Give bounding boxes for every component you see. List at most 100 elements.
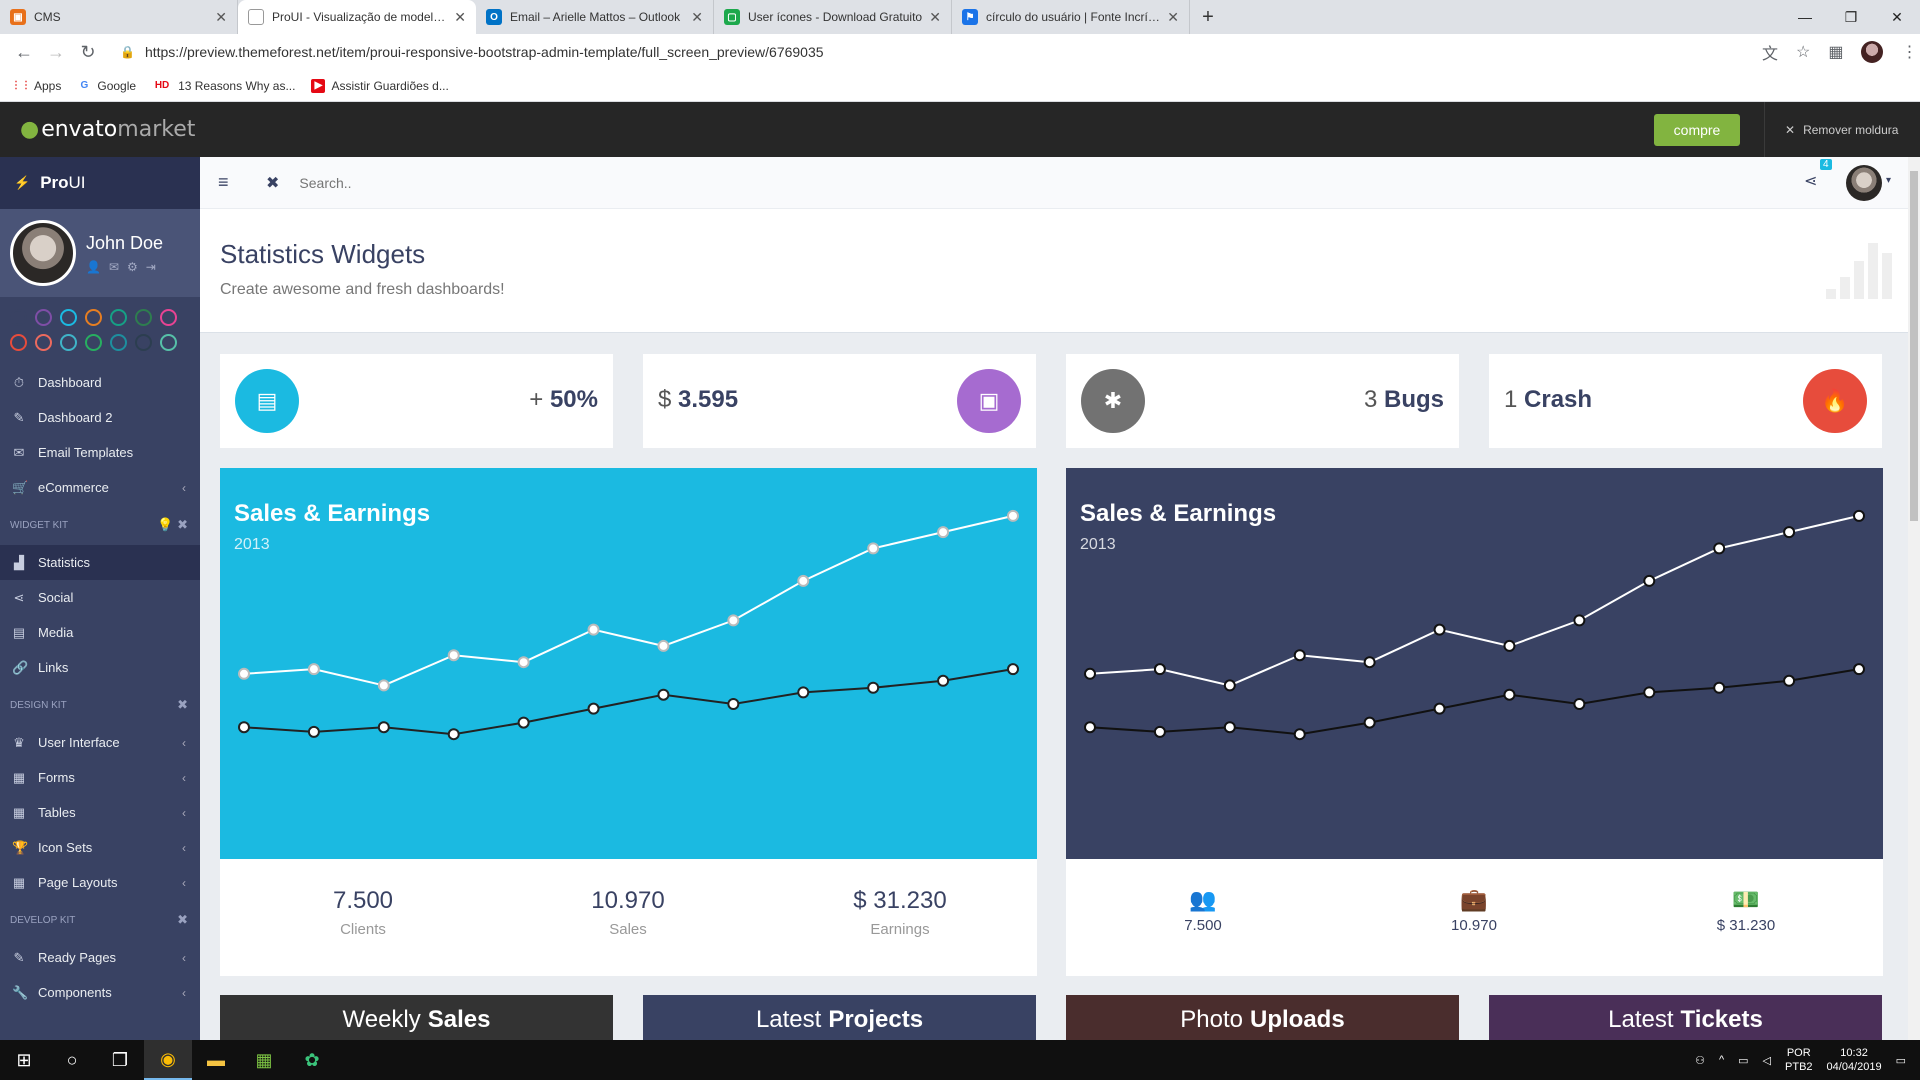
- data-point[interactable]: [1293, 728, 1306, 741]
- data-point[interactable]: [1433, 623, 1446, 636]
- widget-photo-uploads[interactable]: Photo Uploads: [1066, 995, 1459, 1040]
- brand[interactable]: ⚡ ProUI: [0, 157, 200, 209]
- data-point[interactable]: [587, 623, 600, 636]
- data-point[interactable]: [727, 614, 740, 627]
- data-point[interactable]: [1783, 674, 1796, 687]
- data-point[interactable]: [1713, 681, 1726, 694]
- data-point[interactable]: [238, 721, 250, 734]
- search-icon[interactable]: ○: [48, 1040, 96, 1080]
- theme-swatch[interactable]: [35, 309, 52, 326]
- widget-latest-projects[interactable]: Latest Projects: [643, 995, 1036, 1040]
- sidebar-item-forms[interactable]: ▦ Forms ‹: [0, 760, 200, 795]
- data-point[interactable]: [657, 639, 670, 652]
- data-point[interactable]: [937, 674, 950, 687]
- sidebar-item-statistics[interactable]: ▟ Statistics: [0, 545, 200, 580]
- sidebar-item-media[interactable]: ▤ Media: [0, 615, 200, 650]
- sidebar-item-icon-sets[interactable]: 🏆 Icon Sets ‹: [0, 830, 200, 865]
- bookmark-13-reasons[interactable]: HD 13 Reasons Why as...: [152, 79, 296, 93]
- translate-icon[interactable]: 文: [1762, 40, 1778, 64]
- wrench-icon[interactable]: ✖: [177, 912, 188, 928]
- buy-button[interactable]: compre: [1654, 114, 1740, 146]
- data-point[interactable]: [1153, 725, 1166, 738]
- data-point[interactable]: [1153, 663, 1166, 676]
- data-point[interactable]: [1853, 663, 1865, 676]
- data-point[interactable]: [238, 667, 250, 680]
- theme-swatch[interactable]: [85, 334, 102, 351]
- wrench-icon[interactable]: ✖: [177, 517, 188, 532]
- data-point[interactable]: [517, 656, 530, 669]
- data-point[interactable]: [1433, 702, 1446, 715]
- app-icon[interactable]: ✿: [288, 1040, 336, 1080]
- data-point[interactable]: [1084, 721, 1096, 734]
- close-tab-icon[interactable]: ✕: [215, 9, 227, 26]
- task-view-icon[interactable]: ❐: [96, 1040, 144, 1080]
- data-point[interactable]: [1643, 686, 1656, 699]
- data-point[interactable]: [797, 574, 810, 587]
- theme-swatch[interactable]: [35, 334, 52, 351]
- data-point[interactable]: [867, 542, 880, 555]
- spreadsheet-icon[interactable]: ▦: [240, 1040, 288, 1080]
- browser-tab-proui[interactable]: ProUI - Visualização de modelo d ✕: [238, 0, 476, 34]
- data-point[interactable]: [1713, 542, 1726, 555]
- wrench-icon[interactable]: ✖: [177, 697, 188, 713]
- sidebar-item-components[interactable]: 🔧 Components ‹: [0, 975, 200, 1010]
- avatar[interactable]: [10, 220, 76, 286]
- data-point[interactable]: [657, 688, 670, 701]
- data-point[interactable]: [1223, 721, 1236, 734]
- sidebar-item-user-interface[interactable]: ♛ User Interface ‹: [0, 725, 200, 760]
- forward-icon[interactable]: →: [42, 42, 70, 63]
- envelope-icon[interactable]: ✉: [109, 260, 119, 274]
- sidebar-item-ecommerce[interactable]: 🛒 eCommerce ‹: [0, 470, 200, 505]
- data-point[interactable]: [1783, 526, 1796, 539]
- people-icon[interactable]: ⚇: [1695, 1054, 1705, 1067]
- data-point[interactable]: [727, 698, 740, 710]
- widget-bugs[interactable]: ✱ 3 Bugs: [1066, 354, 1459, 448]
- language-indicator[interactable]: POR PTB2: [1785, 1046, 1813, 1074]
- browser-tab-fontawesome[interactable]: ⚑ círculo do usuário | Fonte Incrível ✕: [952, 0, 1190, 34]
- data-point[interactable]: [1007, 663, 1019, 676]
- chevron-down-icon[interactable]: ▾: [1886, 175, 1891, 186]
- theme-swatch[interactable]: [160, 309, 177, 326]
- sidebar-item-ready-pages[interactable]: ✎ Ready Pages ‹: [0, 940, 200, 975]
- menu-dots-icon[interactable]: ⋮: [1901, 42, 1917, 62]
- data-point[interactable]: [447, 728, 460, 741]
- chrome-icon[interactable]: ◉: [144, 1040, 192, 1080]
- data-point[interactable]: [377, 679, 390, 692]
- data-point[interactable]: [307, 663, 320, 676]
- theme-swatch[interactable]: [135, 334, 152, 351]
- theme-swatch[interactable]: [135, 309, 152, 326]
- avatar[interactable]: [1846, 165, 1882, 201]
- gear-icon[interactable]: ⚙: [127, 260, 138, 274]
- widget-growth[interactable]: ▤ + 50%: [220, 354, 613, 448]
- sidebar-item-dashboard[interactable]: ⏱ Dashboard: [0, 365, 200, 400]
- profile-avatar[interactable]: [1861, 41, 1884, 63]
- data-point[interactable]: [1503, 639, 1516, 652]
- hamburger-menu-icon[interactable]: ≡: [218, 172, 242, 193]
- data-point[interactable]: [1363, 656, 1376, 669]
- widget-crash[interactable]: 1 Crash 🔥: [1489, 354, 1882, 448]
- lightbulb-icon[interactable]: 💡: [157, 517, 173, 532]
- restore-icon[interactable]: ❐: [1828, 0, 1874, 34]
- theme-swatch[interactable]: [85, 309, 102, 326]
- data-point[interactable]: [587, 702, 600, 715]
- data-point[interactable]: [797, 686, 810, 699]
- close-tab-icon[interactable]: ✕: [691, 9, 703, 26]
- page-scrollbar[interactable]: [1908, 157, 1920, 1040]
- close-tab-icon[interactable]: ✕: [1167, 9, 1179, 26]
- user-name[interactable]: John Doe: [86, 233, 163, 254]
- data-point[interactable]: [307, 725, 320, 738]
- sidebar-item-email-templates[interactable]: ✉ Email Templates: [0, 435, 200, 470]
- logout-icon[interactable]: ⇥: [146, 260, 156, 274]
- settings-wrench-icon[interactable]: ✖: [266, 173, 279, 193]
- bookmark-star-icon[interactable]: ☆: [1796, 42, 1810, 62]
- data-point[interactable]: [1643, 574, 1656, 587]
- reload-icon[interactable]: ↻: [74, 42, 102, 63]
- data-point[interactable]: [1573, 614, 1586, 627]
- browser-tab-cms[interactable]: ▣ CMS ✕: [0, 0, 238, 34]
- extension-icon[interactable]: ▦: [1828, 42, 1843, 62]
- close-tab-icon[interactable]: ✕: [454, 9, 466, 26]
- notifications-icon[interactable]: ▭: [1896, 1054, 1906, 1067]
- data-point[interactable]: [1363, 716, 1376, 729]
- browser-tab-outlook[interactable]: O Email – Arielle Mattos – Outlook ✕: [476, 0, 714, 34]
- data-point[interactable]: [1293, 649, 1306, 662]
